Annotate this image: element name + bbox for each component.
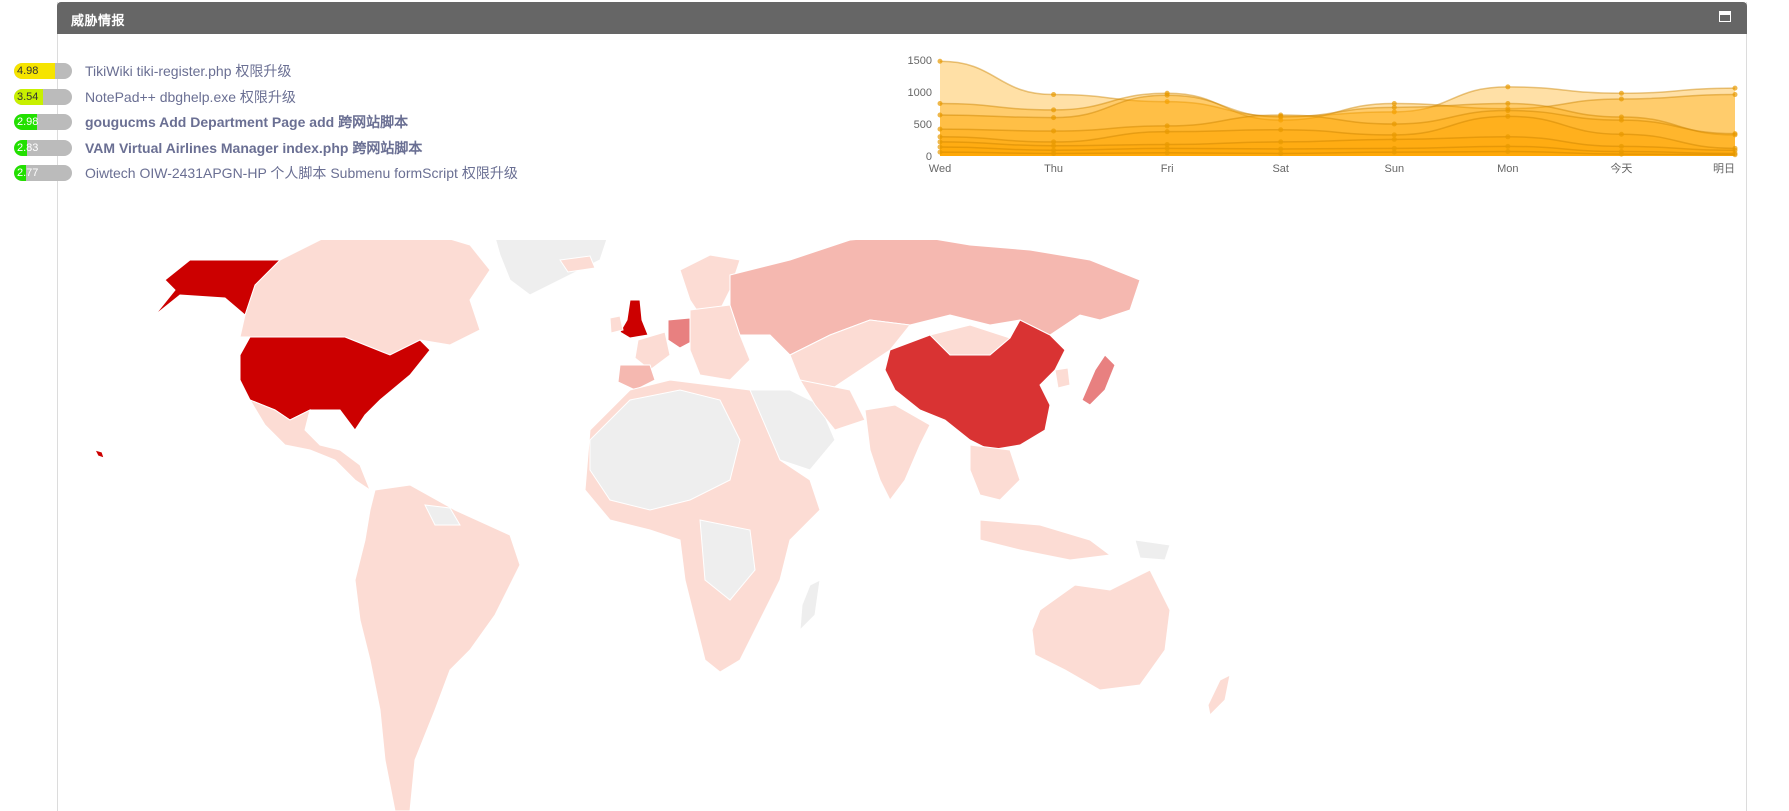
country-australia[interactable] [1031, 569, 1171, 691]
data-point[interactable] [1618, 151, 1624, 157]
country-uk[interactable] [619, 299, 649, 339]
country-korea[interactable] [1054, 367, 1071, 389]
data-point[interactable] [1505, 101, 1511, 107]
country-india[interactable] [864, 404, 931, 501]
continent-south-america[interactable] [354, 484, 521, 811]
x-tick-label: 今天 [1610, 161, 1632, 175]
panel-title: 威胁情报 [71, 13, 126, 28]
threat-row: 3.54 NotePad++ dbghelp.exe 权限升级 [14, 88, 714, 115]
threat-row: 4.98 TikiWiki tiki-register.php 权限升级 [14, 63, 714, 89]
threat-score-value: 2.98 [17, 116, 39, 128]
data-point[interactable] [1505, 113, 1511, 119]
country-papua[interactable] [1134, 539, 1171, 561]
threat-score-bar: 3.54 [14, 88, 72, 105]
data-point[interactable] [1505, 84, 1511, 90]
region-indonesia[interactable] [979, 519, 1112, 561]
country-madagascar[interactable] [799, 579, 821, 632]
threat-row: 2.77 Oiwtech OIW-2431APGN-HP 个人脚本 Submenu… [14, 165, 714, 191]
threat-score-bar: 4.98 [14, 63, 72, 79]
region-southeast-asia[interactable] [969, 444, 1021, 501]
threat-score-value: 2.83 [17, 141, 39, 154]
data-point[interactable] [937, 144, 943, 150]
data-point[interactable] [1618, 96, 1624, 102]
data-point[interactable] [1164, 129, 1170, 135]
threat-score-bar: 2.77 [14, 165, 72, 181]
threat-list: 4.98 TikiWiki tiki-register.php 权限升级 3.54 N… [14, 63, 714, 191]
y-tick-label: 1000 [908, 87, 932, 99]
data-point[interactable] [1278, 150, 1284, 156]
data-point[interactable] [1278, 139, 1284, 145]
threat-name-link[interactable]: TikiWiki tiki-register.php 权限升级 [85, 63, 291, 79]
threat-row: 2.83 VAM Virtual Airlines Manager index.p… [14, 139, 714, 166]
data-point[interactable] [1505, 143, 1511, 149]
x-tick-label: Sat [1272, 163, 1289, 175]
data-point[interactable] [1051, 92, 1057, 98]
data-point[interactable] [1618, 90, 1624, 96]
data-point[interactable] [1732, 92, 1738, 98]
data-point[interactable] [1732, 85, 1738, 91]
threat-score-value: 3.54 [17, 90, 39, 103]
data-point[interactable] [1732, 131, 1738, 137]
country-france[interactable] [634, 331, 671, 371]
data-point[interactable] [937, 112, 943, 118]
threat-name-link[interactable]: gougucms Add Department Page add 跨网站脚本 [85, 114, 408, 130]
data-point[interactable] [937, 126, 943, 132]
data-point[interactable] [1732, 152, 1738, 158]
x-tick-label: 明日 [1713, 162, 1735, 175]
data-point[interactable] [1505, 134, 1511, 140]
data-point[interactable] [1164, 123, 1170, 129]
threat-score-value: 2.77 [17, 167, 39, 179]
country-ireland[interactable] [609, 315, 624, 334]
x-tick-label: Mon [1497, 163, 1518, 175]
data-point[interactable] [1164, 150, 1170, 156]
threat-trend-chart: 0 500 1000 1500 Wed Thu Fri Sat Sun Mon 今天 明日 [908, 56, 1738, 175]
data-point[interactable] [1051, 128, 1057, 134]
data-point[interactable] [1164, 92, 1170, 98]
threat-name-link[interactable]: VAM Virtual Airlines Manager index.php 跨… [85, 140, 422, 156]
data-point[interactable] [1391, 136, 1397, 142]
data-point[interactable] [1278, 146, 1284, 152]
data-point[interactable] [1505, 149, 1511, 155]
data-point[interactable] [937, 58, 943, 64]
data-point[interactable] [1391, 104, 1397, 110]
data-point[interactable] [937, 139, 943, 145]
y-tick-label: 500 [914, 119, 932, 131]
data-point[interactable] [937, 101, 943, 107]
data-point[interactable] [1164, 145, 1170, 151]
threat-name-link[interactable]: Oiwtech OIW-2431APGN-HP 个人脚本 Submenu for… [85, 165, 518, 181]
threat-score-bar: 2.83 [14, 139, 72, 156]
y-tick-label: 0 [926, 151, 932, 163]
x-tick-label: Thu [1044, 163, 1063, 175]
threat-score-bar: 2.98 [14, 114, 72, 130]
data-point[interactable] [1051, 143, 1057, 149]
world-threat-map [94, 240, 1231, 811]
panel-header: 威胁情报 [57, 2, 1747, 34]
data-point[interactable] [1618, 143, 1624, 149]
country-japan[interactable] [1081, 354, 1116, 406]
y-tick-label: 1500 [908, 56, 932, 67]
data-point[interactable] [1391, 149, 1397, 155]
data-point[interactable] [1278, 127, 1284, 133]
data-point[interactable] [937, 149, 943, 155]
data-point[interactable] [937, 134, 943, 140]
data-point[interactable] [1618, 117, 1624, 123]
threat-row: 2.98 gougucms Add Department Page add 跨网站… [14, 114, 714, 140]
data-point[interactable] [1618, 131, 1624, 137]
threat-name-link[interactable]: NotePad++ dbghelp.exe 权限升级 [85, 89, 296, 105]
window-minimize-icon[interactable] [1719, 11, 1731, 22]
x-tick-label: Fri [1161, 163, 1174, 175]
data-point[interactable] [1278, 112, 1284, 118]
data-point[interactable] [1505, 108, 1511, 114]
country-hawaii[interactable] [94, 449, 105, 459]
data-point[interactable] [1051, 150, 1057, 156]
x-tick-label: Wed [929, 163, 951, 175]
data-point[interactable] [1391, 132, 1397, 138]
threat-score-value: 4.98 [17, 65, 39, 77]
country-new-zealand[interactable] [1207, 674, 1231, 717]
data-point[interactable] [1051, 115, 1057, 121]
data-point[interactable] [1051, 107, 1057, 113]
x-tick-label: Sun [1384, 163, 1404, 175]
data-point[interactable] [1391, 121, 1397, 127]
